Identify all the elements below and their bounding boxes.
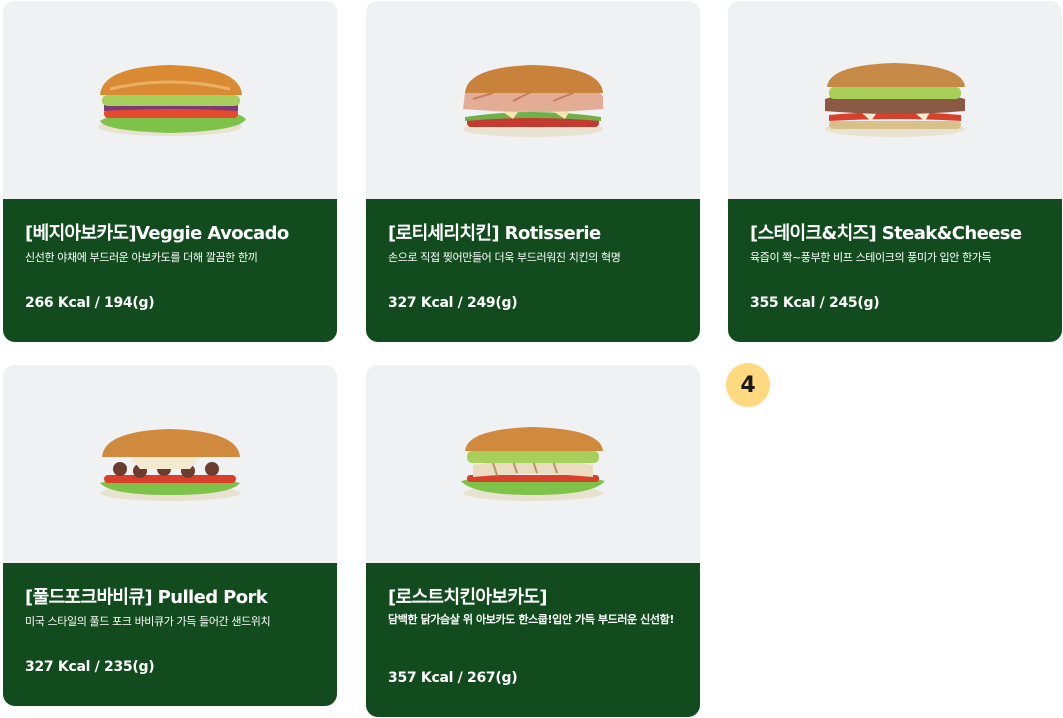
card-info-panel: [스테이크&치즈] Steak&Cheese 육즙이 쫙~풍부한 비프 스테이크… [728, 199, 1062, 342]
card-info-panel: [베지아보카도]Veggie Avocado 신선한 야채에 부드러운 아보카도… [3, 199, 337, 342]
menu-item-description: 미국 스타일의 풀드 포크 바비큐가 가득 들어간 샌드위치 [25, 615, 271, 628]
menu-item-description: 담백한 닭가슴살 위 아보카도 한스쿱!입안 가득 부드러운 신선함! [388, 613, 674, 626]
menu-item-title: [로스트치킨아보카도] [388, 587, 548, 608]
menu-item-description: 손으로 직접 찢어만들어 더욱 부드러워진 치킨의 혁명 [388, 251, 621, 264]
menu-item-nutrition: 355 Kcal / 245(g) [750, 295, 880, 311]
rotisserie-chicken-sandwich-image [463, 65, 603, 137]
menu-item-title: [로티세리치킨] Rotisserie [388, 223, 601, 244]
sandwich-image-area [366, 1, 700, 199]
veggie-avocado-sandwich-image [98, 65, 246, 136]
menu-item-nutrition: 327 Kcal / 235(g) [25, 659, 155, 675]
card-info-panel: [로티세리치킨] Rotisserie 손으로 직접 찢어만들어 더욱 부드러워… [366, 199, 700, 342]
card-info-panel: [로스트치킨아보카도] 담백한 닭가슴살 위 아보카도 한스쿱!입안 가득 부드… [366, 563, 700, 717]
sandwich-image-area [366, 365, 700, 563]
sandwich-image-area [3, 1, 337, 199]
roast-chicken-avocado-sandwich-image [461, 427, 605, 501]
menu-card-rotisserie[interactable]: [로티세리치킨] Rotisserie 손으로 직접 찢어만들어 더욱 부드러워… [366, 1, 700, 342]
menu-card-veggie-avocado[interactable]: [베지아보카도]Veggie Avocado 신선한 야채에 부드러운 아보카도… [3, 1, 337, 342]
menu-card-pulled-pork[interactable]: [풀드포크바비큐] Pulled Pork 미국 스타일의 풀드 포크 바비큐가… [3, 365, 337, 706]
menu-item-description: 육즙이 쫙~풍부한 비프 스테이크의 풍미가 입안 한가득 [750, 251, 992, 264]
menu-card-roast-chicken-avocado[interactable]: [로스트치킨아보카도] 담백한 닭가슴살 위 아보카도 한스쿱!입안 가득 부드… [366, 365, 700, 717]
menu-item-title: [스테이크&치즈] Steak&Cheese [750, 223, 1022, 244]
menu-item-nutrition: 357 Kcal / 267(g) [388, 670, 518, 686]
sandwich-image-area [3, 365, 337, 563]
menu-card-steak-cheese[interactable]: [스테이크&치즈] Steak&Cheese 육즙이 쫙~풍부한 비프 스테이크… [728, 1, 1062, 342]
menu-item-nutrition: 266 Kcal / 194(g) [25, 295, 155, 311]
card-info-panel: [풀드포크바비큐] Pulled Pork 미국 스타일의 풀드 포크 바비큐가… [3, 563, 337, 706]
menu-item-title: [풀드포크바비큐] Pulled Pork [25, 587, 268, 608]
steak-cheese-sandwich-image [825, 63, 965, 137]
menu-item-title: [베지아보카도]Veggie Avocado [25, 223, 289, 244]
menu-item-description: 신선한 야채에 부드러운 아보카도를 더해 깔끔한 한끼 [25, 251, 258, 264]
sandwich-image-area [728, 1, 1062, 199]
annotation-badge: 4 [726, 363, 770, 407]
pulled-pork-sandwich-image [100, 429, 240, 501]
menu-item-nutrition: 327 Kcal / 249(g) [388, 295, 518, 311]
